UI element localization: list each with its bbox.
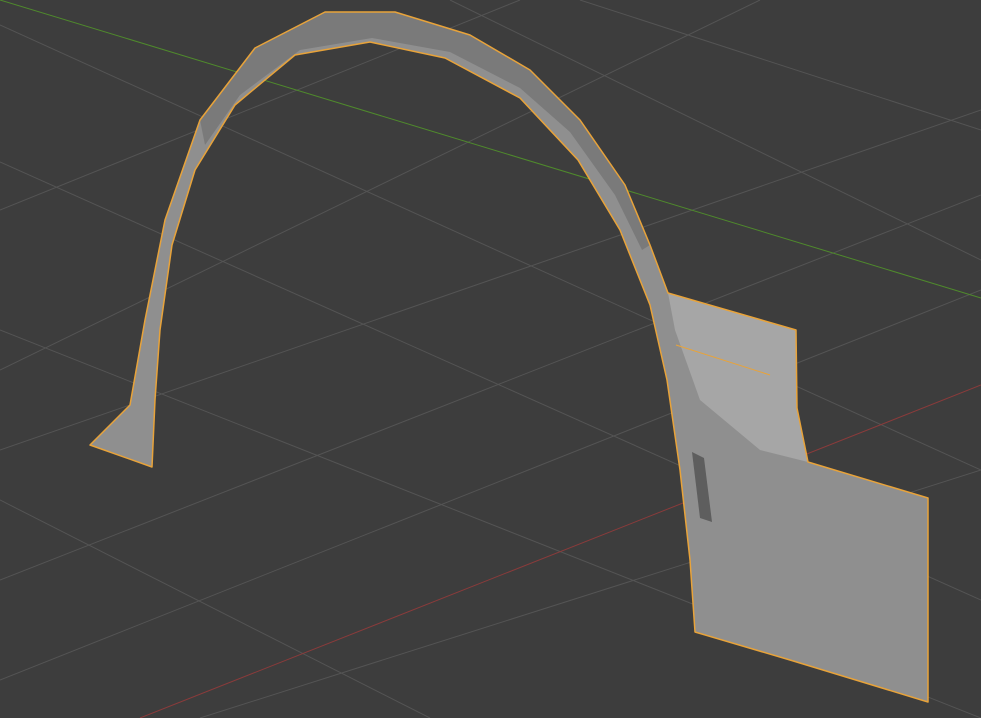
y-axis-line [0, 0, 981, 299]
3d-viewport[interactable] [0, 0, 981, 718]
grid-line [0, 499, 431, 718]
grid-line [449, 0, 981, 261]
fender-arch-mesh[interactable] [89, 11, 929, 703]
grid-line [579, 0, 981, 131]
viewport-canvas[interactable] [0, 0, 981, 718]
grid-line [0, 0, 761, 371]
